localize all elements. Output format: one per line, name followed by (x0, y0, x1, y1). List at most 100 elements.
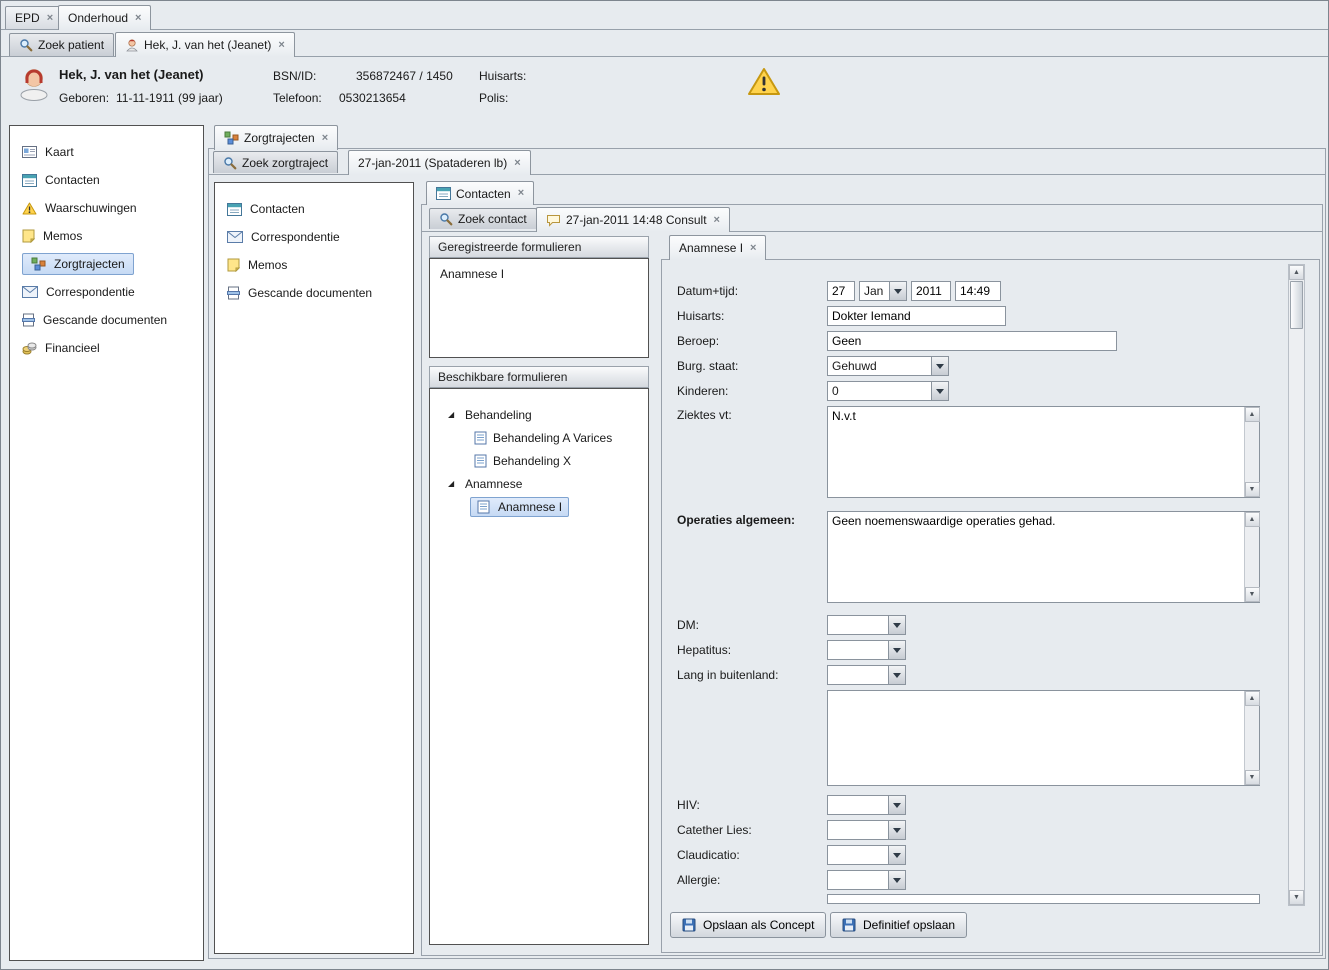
tab-contacten[interactable]: Contacten (426, 181, 534, 205)
scroll-up-icon[interactable] (1245, 512, 1260, 527)
dropdown-arrow-icon (936, 389, 944, 394)
tab-zorgtraject-spataderen[interactable]: 27-jan-2011 (Spataderen lb) (348, 150, 531, 175)
sidebar-item-label: Zorgtrajecten (54, 257, 125, 271)
form-huisarts-input[interactable] (827, 306, 1006, 326)
dropdown-button[interactable] (889, 282, 906, 300)
scroll-up-icon[interactable] (1245, 691, 1260, 706)
tree-node-label: Anamnese I (498, 500, 562, 514)
operaties-textarea[interactable]: Geen noemenswaardige operaties gehad. (828, 512, 1243, 602)
sidebar-item-correspondentie[interactable]: Correspondentie (10, 278, 203, 306)
dropdown-button[interactable] (888, 871, 905, 889)
dropdown-arrow-icon (893, 673, 901, 678)
tree-node-anamnese[interactable]: Anamnese (430, 472, 648, 495)
sidebar-item-financieel[interactable]: Financieel (10, 334, 203, 362)
tab-epd[interactable]: EPD (5, 6, 63, 29)
tree-node-label: Behandeling (465, 408, 532, 422)
dm-select[interactable] (827, 615, 906, 635)
ziektes-textarea[interactable]: N.v.t (828, 407, 1243, 497)
datum-month-select[interactable]: Jan (859, 281, 907, 301)
datum-time-input[interactable] (955, 281, 1001, 301)
tab-anamnese-form[interactable]: Anamnese I (669, 235, 766, 260)
zorgmenu-item-memos[interactable]: Memos (215, 251, 413, 279)
hiv-value (828, 796, 888, 814)
buitenland-select[interactable] (827, 665, 906, 685)
scrollbar-thumb[interactable] (1290, 281, 1303, 329)
close-icon[interactable] (322, 133, 328, 144)
form-icon (477, 500, 490, 514)
tab-zorgtrajecten[interactable]: Zorgtrajecten (214, 125, 338, 150)
scroll-down-icon[interactable] (1245, 482, 1260, 497)
sidebar-item-gescande-documenten[interactable]: Gescande documenten (10, 306, 203, 334)
kinderen-select[interactable]: 0 (827, 381, 949, 401)
tree-expanded-icon[interactable] (448, 480, 459, 488)
tree-node-label: Anamnese (465, 477, 522, 491)
zorgmenu-item-correspondentie[interactable]: Correspondentie (215, 223, 413, 251)
tree-node-behandeling-x[interactable]: Behandeling X (430, 449, 648, 472)
registered-form-item[interactable]: Anamnese I (430, 259, 648, 289)
dropdown-button[interactable] (888, 821, 905, 839)
correspondentie-icon (227, 231, 243, 243)
textarea-scrollbar[interactable] (1244, 691, 1259, 785)
bsn-label: BSN/ID: (273, 69, 316, 83)
burgstaat-select[interactable]: Gehuwd (827, 356, 949, 376)
dropdown-button[interactable] (888, 666, 905, 684)
tab-zoek-zorgtraject[interactable]: Zoek zorgtraject (213, 151, 338, 173)
save-concept-button[interactable]: Opslaan als Concept (670, 912, 826, 938)
tab-onderhoud[interactable]: Onderhoud (58, 5, 151, 30)
tab-zoek-contact-label: Zoek contact (458, 212, 527, 226)
beroep-input[interactable] (827, 331, 1117, 351)
tree-node-anamnese-i[interactable]: Anamnese I (430, 495, 648, 518)
close-icon[interactable] (47, 13, 53, 24)
zorgmenu-item-contacten[interactable]: Contacten (215, 195, 413, 223)
close-icon[interactable] (278, 40, 284, 51)
sidebar-item-waarschuwingen[interactable]: Waarschuwingen (10, 194, 203, 222)
scroll-down-icon[interactable] (1245, 770, 1260, 785)
dropdown-button[interactable] (931, 382, 948, 400)
dropdown-button[interactable] (888, 846, 905, 864)
sidebar-item-label: Kaart (45, 145, 74, 159)
form-scrollbar[interactable] (1288, 264, 1305, 906)
tab-zoek-contact[interactable]: Zoek contact (429, 208, 537, 229)
close-icon[interactable] (135, 13, 141, 24)
datum-year-input[interactable] (911, 281, 951, 301)
tab-patient[interactable]: Hek, J. van het (Jeanet) (115, 32, 295, 57)
dropdown-button[interactable] (888, 796, 905, 814)
sidebar-item-memos[interactable]: Memos (10, 222, 203, 250)
catether-select[interactable] (827, 820, 906, 840)
scroll-up-icon[interactable] (1289, 265, 1304, 280)
textarea-scrollbar[interactable] (1244, 407, 1259, 497)
close-icon[interactable] (518, 188, 524, 199)
datum-day-input[interactable] (827, 281, 855, 301)
sidebar-item-contacten[interactable]: Contacten (10, 166, 203, 194)
extra-textarea[interactable] (828, 691, 1243, 785)
hiv-select[interactable] (827, 795, 906, 815)
tab-consult[interactable]: 27-jan-2011 14:48 Consult (536, 207, 730, 232)
zorgmenu-item-gescande-documenten[interactable]: Gescande documenten (215, 279, 413, 307)
scroll-down-icon[interactable] (1289, 890, 1304, 905)
contacten-icon (436, 187, 451, 200)
zorgmenu-item-label: Memos (248, 258, 287, 272)
kinderen-label: Kinderen: (677, 384, 728, 398)
close-icon[interactable] (750, 243, 756, 254)
sidebar-item-kaart[interactable]: Kaart (10, 138, 203, 166)
dropdown-button[interactable] (888, 641, 905, 659)
close-icon[interactable] (714, 215, 720, 226)
tree-node-behandeling-a-varices[interactable]: Behandeling A Varices (430, 426, 648, 449)
scroll-up-icon[interactable] (1245, 407, 1260, 422)
scroll-down-icon[interactable] (1245, 587, 1260, 602)
dropdown-button[interactable] (888, 616, 905, 634)
allergie-select[interactable] (827, 870, 906, 890)
dropdown-arrow-icon (894, 289, 902, 294)
tab-consult-label: 27-jan-2011 14:48 Consult (566, 213, 707, 227)
sidebar-item-zorgtrajecten[interactable]: Zorgtrajecten (10, 250, 203, 278)
tree-node-behandeling[interactable]: Behandeling (430, 403, 648, 426)
save-final-button[interactable]: Definitief opslaan (830, 912, 967, 938)
hepatitus-select[interactable] (827, 640, 906, 660)
tab-zoek-patient[interactable]: Zoek patient (9, 33, 114, 56)
textarea-scrollbar[interactable] (1244, 512, 1259, 602)
tree-expanded-icon[interactable] (448, 411, 459, 419)
dropdown-button[interactable] (931, 357, 948, 375)
claudicatio-select[interactable] (827, 845, 906, 865)
tab-onderhoud-label: Onderhoud (68, 11, 128, 25)
close-icon[interactable] (514, 158, 520, 169)
